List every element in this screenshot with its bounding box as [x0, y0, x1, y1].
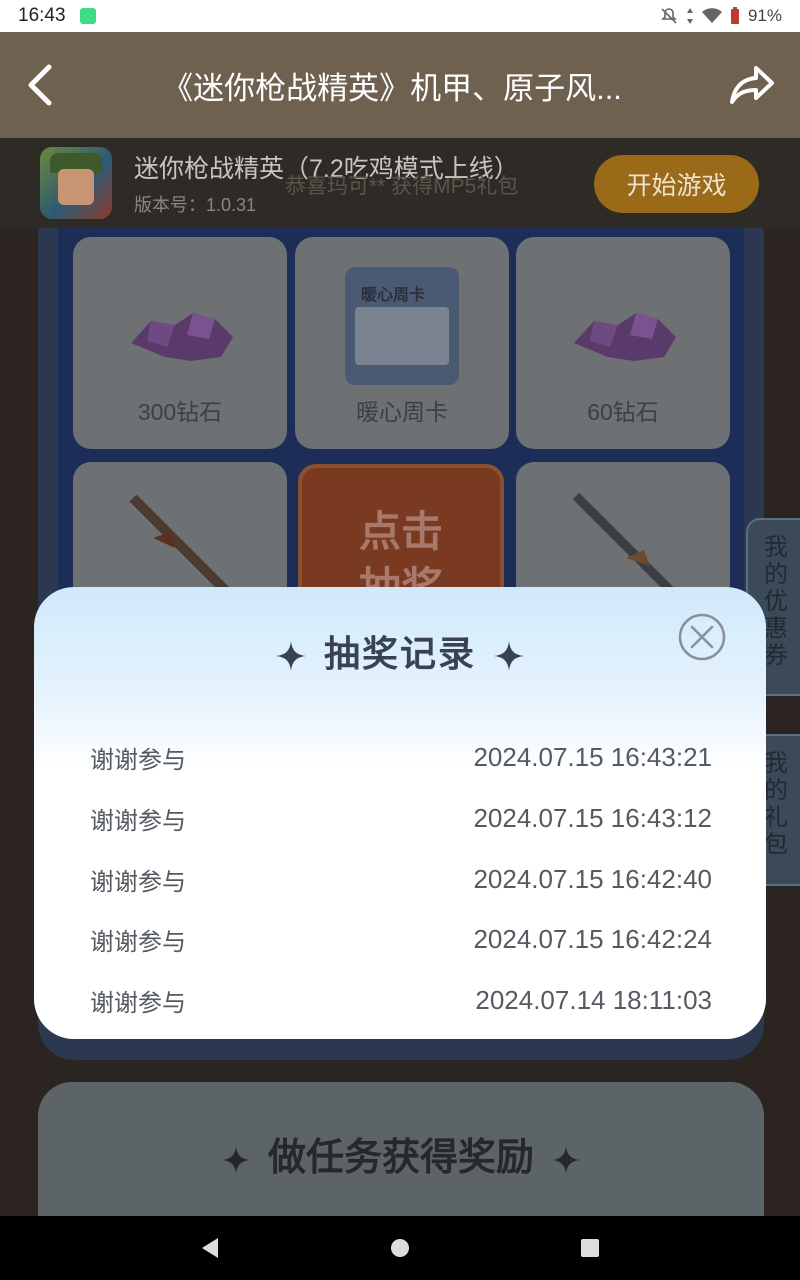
prize-label: 300钻石: [137, 399, 223, 425]
page-header: 《迷你枪战精英》机甲、原子风...: [0, 32, 800, 138]
prize-cell: 60钻石: [516, 237, 730, 449]
square-recents-icon: [581, 1239, 599, 1257]
navigation-bar: [0, 1216, 800, 1280]
nav-home-button[interactable]: [305, 1216, 495, 1280]
record-result: 谢谢参与: [90, 868, 186, 896]
sparkle-icon: [275, 641, 306, 671]
winner-ticker: 恭喜玛可** 获得MP5礼包: [285, 175, 519, 198]
status-bar: 16:43 91%: [0, 0, 800, 32]
circle-home-icon: [391, 1239, 409, 1257]
close-button[interactable]: [678, 613, 726, 661]
record-result: 谢谢参与: [90, 807, 186, 835]
record-row: 谢谢参与 2024.07.15 16:42:40: [90, 859, 712, 899]
status-time: 16:43: [18, 5, 66, 26]
battery-icon: [730, 7, 739, 24]
lottery-record-dialog: 抽奖记录 谢谢参与 2024.07.15 16:43:21 谢谢参与 2024.…: [34, 587, 766, 1039]
record-time: 2024.07.14 18:11:03: [475, 984, 712, 1015]
record-result: 谢谢参与: [90, 989, 186, 1017]
wifi-icon: [701, 8, 722, 23]
dialog-title: 抽奖记录: [34, 625, 766, 677]
sparkle-icon: [221, 1145, 250, 1174]
record-time: 2024.07.15 16:43:12: [473, 802, 712, 833]
nav-back-button[interactable]: [115, 1216, 305, 1280]
dialog-title-text: 抽奖记录: [323, 634, 476, 675]
back-button[interactable]: [0, 32, 80, 138]
data-arrows-icon: [686, 8, 693, 24]
draw-button-line1: 点击: [358, 507, 443, 556]
record-result: 谢谢参与: [90, 928, 186, 956]
game-icon: [40, 147, 112, 219]
notifications-off-icon: [661, 8, 677, 24]
triangle-back-icon: [202, 1238, 218, 1258]
purple-gem-icon: [131, 313, 233, 361]
prize-cell: 暖心周卡 暖心周卡: [295, 237, 509, 449]
record-row: 谢谢参与 2024.07.15 16:43:21: [90, 737, 712, 777]
record-time: 2024.07.15 16:42:24: [473, 923, 712, 954]
weekly-card-icon: 暖心周卡: [345, 267, 459, 385]
page-title: 《迷你枪战精英》机甲、原子风...: [162, 70, 622, 106]
app-notification-icon: [79, 8, 96, 24]
status-indicators: 91%: [660, 6, 782, 26]
share-button[interactable]: [704, 32, 800, 138]
record-row: 谢谢参与 2024.07.15 16:42:24: [90, 919, 712, 959]
back-arrow-icon: [28, 64, 52, 106]
prize-label: 暖心周卡: [356, 399, 448, 425]
record-result: 谢谢参与: [90, 746, 186, 774]
task-section-title: 做任务获得奖励: [38, 1126, 764, 1181]
record-time: 2024.07.15 16:43:21: [473, 741, 712, 772]
prize-cell: 300钻石: [73, 237, 287, 449]
record-row: 谢谢参与 2024.07.14 18:11:03: [90, 980, 712, 1020]
start-game-button[interactable]: 开始游戏: [594, 155, 759, 213]
record-time: 2024.07.15 16:42:40: [473, 863, 712, 894]
share-icon: [730, 66, 774, 104]
sparkle-icon: [552, 1145, 580, 1174]
nav-recents-button[interactable]: [495, 1216, 685, 1280]
sparkle-icon: [494, 641, 524, 671]
battery-percent: 91%: [747, 6, 782, 25]
prize-label: 60钻石: [587, 399, 659, 425]
record-row: 谢谢参与 2024.07.15 16:43:12: [90, 798, 712, 838]
purple-gem-icon: [574, 313, 676, 361]
